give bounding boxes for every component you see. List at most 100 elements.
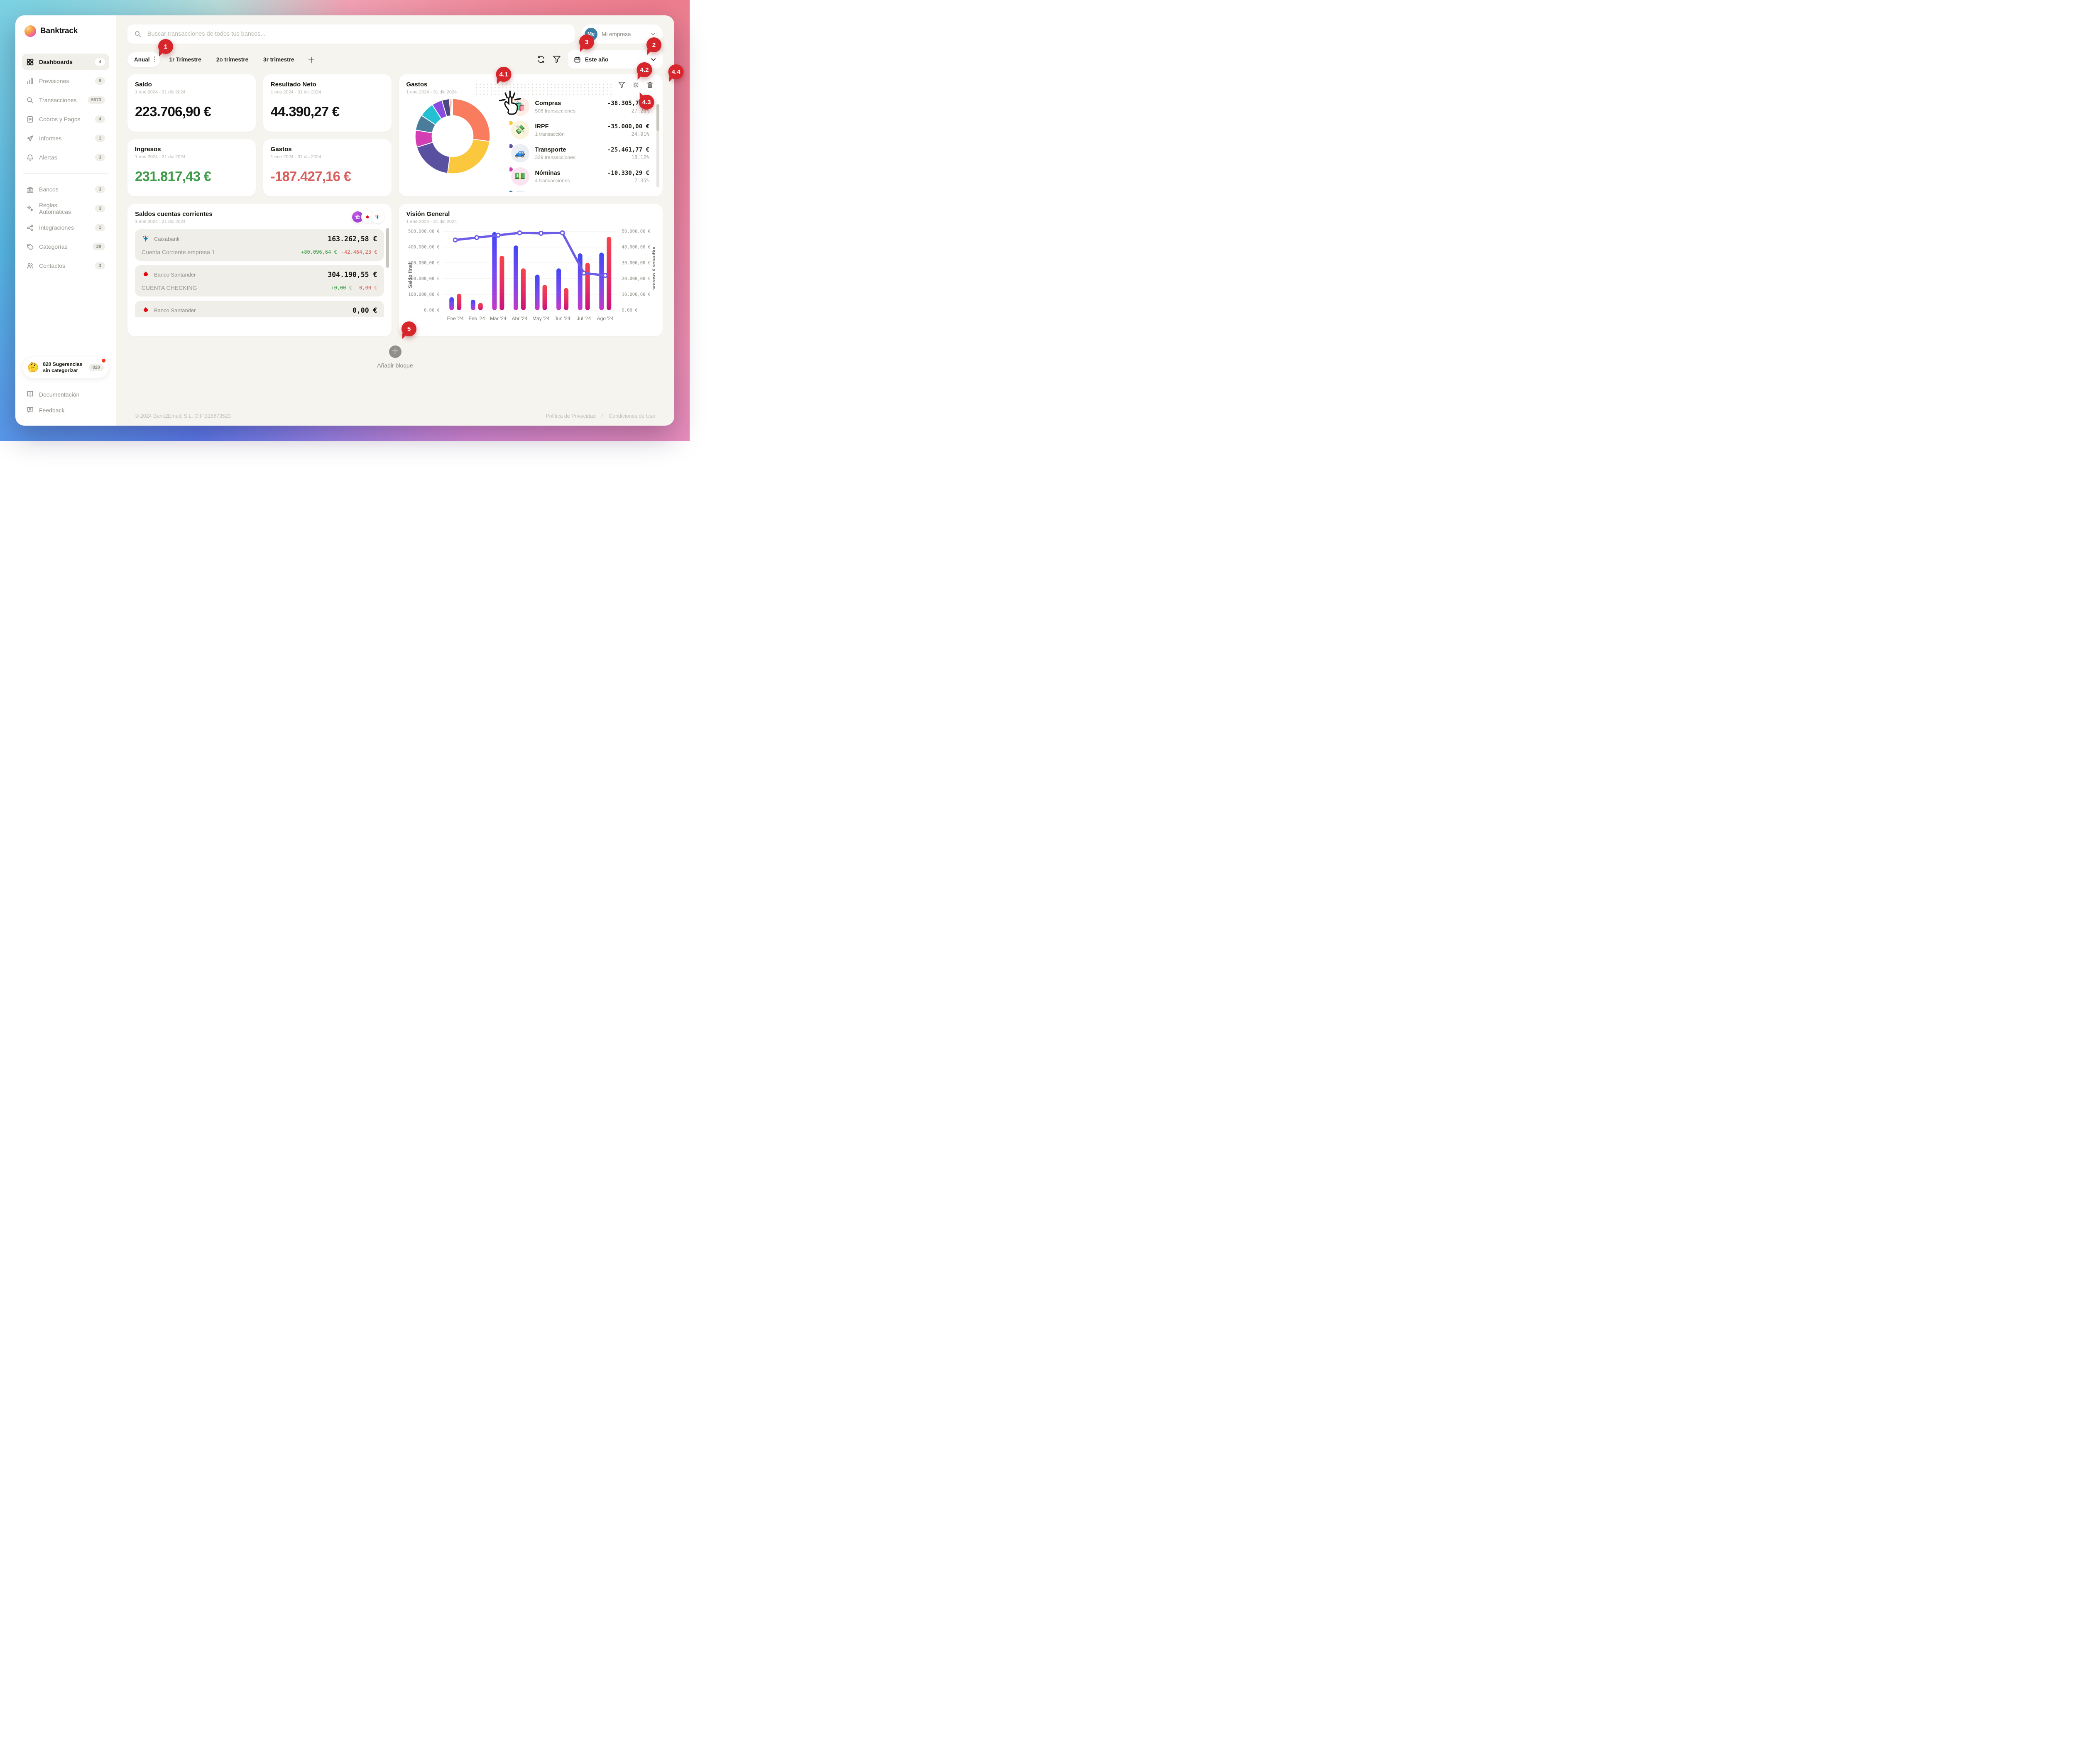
sidebar-item-contactos[interactable]: Contactos3 [22,257,109,274]
inflow-value: +0,00 € [331,285,352,291]
sidebar-link-feedback[interactable]: Feedback [22,402,109,418]
accounts-scrollbar[interactable] [386,228,389,268]
legend-scrollbar[interactable] [656,104,659,131]
bank-name: Banco Santander [154,307,196,314]
add-block-button[interactable]: ＋ [389,345,401,358]
logo-icon [24,25,36,37]
sidebar-item-cobros-y-pagos[interactable]: Cobros y Pagos4 [22,111,109,127]
svg-text:500.000,00 €: 500.000,00 € [408,229,440,234]
expenses-donut-chart[interactable] [413,97,492,176]
santander-logo-icon [142,270,150,279]
legend-item[interactable]: 🛍️Compras506 transacciones-38.305,76 €27… [509,96,650,118]
tab-label: 2o trimestre [216,56,248,63]
category-transactions: 4 transacciones [535,178,570,184]
svg-text:Jul '24: Jul '24 [577,316,591,321]
category-text: Nóminas4 transacciones [535,170,570,184]
sidebar-item-reglas-automaticas[interactable]: Reglas Automáticas3 [22,200,109,217]
search-icon [134,30,142,38]
sidebar-bottom: 🤔 820 Sugerencias sin categorizar 820 Do… [22,357,109,418]
legend-item[interactable] [509,189,650,192]
tab-1r-trimestre[interactable]: 1r Trimestre [164,52,207,67]
card-period: 1 ene 2024 - 31 dic 2024 [406,219,656,224]
card-period: 1 ene 2024 - 31 dic 2024 [135,90,248,95]
card-title: Resultado Neto [271,81,384,88]
sidebar-item-previsiones[interactable]: Previsiones5 [22,73,109,89]
widget-delete-button[interactable] [646,81,655,90]
logo: Banktrack [22,25,109,37]
click-cursor-icon [494,86,524,120]
sidebar-item-alertas[interactable]: Alertas3 [22,149,109,166]
filter-button[interactable] [552,55,561,64]
annotation-badge-4-3: 4.3 [639,95,654,110]
category-name: IRPF [535,123,565,130]
gastos-widget: Gastos 1 ene 2024 - 31 dic 2024 [399,74,663,196]
category-transactions: 1 transacción [535,131,565,137]
refresh-button[interactable] [536,55,546,64]
sidebar-link-documentacion[interactable]: Documentación [22,387,109,402]
svg-text:Ene '24: Ene '24 [447,316,464,321]
users-icon [26,262,34,270]
card-title: Saldos cuentas corrientes [135,211,213,218]
card-title: Saldo [135,81,248,88]
sidebar-item-label: Reglas Automáticas [39,202,90,215]
app-window: Banktrack Dashboards4 Previsiones5 Transac… [15,15,674,426]
sidebar-item-count: 5 [95,77,105,85]
account-row[interactable]: Banco Santander0,00 € [135,301,384,317]
svg-text:Ingresos y Gastos: Ingresos y Gastos [651,247,655,290]
sidebar-item-bancos[interactable]: Bancos3 [22,181,109,198]
resultado-neto-value: 44.390,27 € [271,104,384,120]
tab-anual[interactable]: Anual [127,52,160,67]
footer-links: Política de Privacidad / Condiciones de … [546,413,655,419]
filter-icon [618,81,626,89]
legend-item[interactable]: 💵Nóminas4 transacciones-10.330,29 €7.35% [509,166,650,187]
category-color-dot [509,167,513,172]
account-row[interactable]: Banco Santander304.190,55 €CUENTA CHECKI… [135,265,384,296]
category-color-dot [509,144,513,148]
widget-filter-button[interactable] [618,81,627,90]
saldo-card[interactable]: Saldo 1 ene 2024 - 31 dic 2024 223.706,9… [127,74,256,132]
grid-icon [26,58,34,66]
widget-period: 1 ene 2024 - 31 dic 2024 [406,90,469,95]
outflow-value: -0,00 € [356,285,377,291]
terms-link[interactable]: Condiciones de Uso [609,413,655,419]
sidebar-item-transacciones[interactable]: Transacciones5973 [22,92,109,108]
tab-3r-trimestre[interactable]: 3r trimestre [257,52,300,67]
annotation-badge-4-2: 4.2 [637,62,652,77]
ingresos-card[interactable]: Ingresos 1 ene 2024 - 31 dic 2024 231.81… [127,139,256,196]
saldos-header: Saldos cuentas corrientes 1 ene 2024 - 3… [135,211,384,224]
sidebar-item-label: Informes [39,135,61,142]
account-row[interactable]: Caixabank163.262,58 €Cuenta Corriente em… [135,229,384,261]
sidebar-item-label: Cobros y Pagos [39,116,81,122]
sidebar-item-categorias[interactable]: Categorías28 [22,238,109,255]
sidebar-item-integraciones[interactable]: Integraciones1 [22,219,109,236]
calendar-icon [574,56,581,63]
account-row-top: Caixabank163.262,58 € [142,235,377,243]
sidebar-item-dashboards[interactable]: Dashboards4 [22,54,109,70]
category-emoji-icon: 🚙 [511,144,529,162]
uncategorized-suggestions-button[interactable]: 🤔 820 Sugerencias sin categorizar 820 [22,357,109,378]
widget-settings-button[interactable] [632,81,641,90]
legend-item[interactable]: 💸IRPF1 transacción-35.000,00 €24.91% [509,119,650,141]
gastos-widget-header: Gastos 1 ene 2024 - 31 dic 2024 [406,81,656,95]
sidebar: Banktrack Dashboards4 Previsiones5 Transac… [15,15,116,426]
account-row-top: Banco Santander304.190,55 € [142,270,377,279]
resultado-neto-card[interactable]: Resultado Neto 1 ene 2024 - 31 dic 2024 … [263,74,392,132]
tab-2o-trimestre[interactable]: 2o trimestre [211,52,254,67]
sidebar-item-label: Contactos [39,262,65,269]
search-input[interactable] [147,30,568,38]
widget-title: Gastos [406,81,469,88]
kebab-menu-icon[interactable] [154,56,155,62]
add-dashboard-tab-button[interactable]: ＋ [303,51,319,68]
right-column: Gastos 1 ene 2024 - 31 dic 2024 [399,74,663,336]
svg-text:Ago '24: Ago '24 [597,316,614,321]
sidebar-item-informes[interactable]: Informes1 [22,130,109,147]
gastos-card[interactable]: Gastos 1 ene 2024 - 31 dic 2024 -187.427… [263,139,392,196]
legend-item[interactable]: 🚙Transporte339 transacciones-25.461,77 €… [509,142,650,164]
suggestions-label: 820 Sugerencias sin categorizar [43,361,84,374]
category-emoji-icon: 💵 [511,167,529,186]
sidebar-links: DocumentaciónFeedback [22,387,109,418]
tab-label: 1r Trimestre [169,56,201,63]
privacy-policy-link[interactable]: Política de Privacidad [546,413,595,419]
dashboard-grid: Saldo 1 ene 2024 - 31 dic 2024 223.706,9… [127,74,663,336]
outflow-value: -42.464,23 € [341,249,377,255]
